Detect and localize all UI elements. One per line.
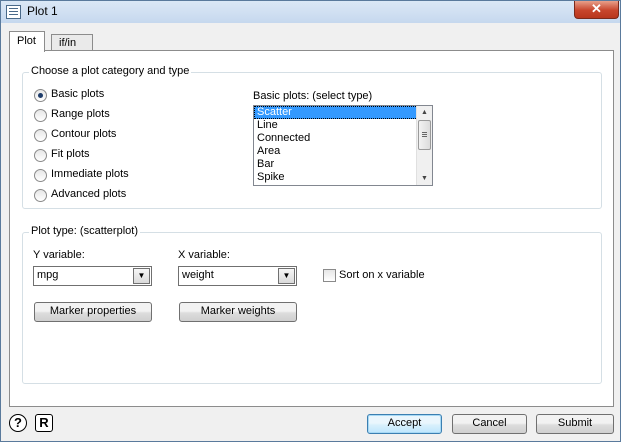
tab-content-plot: Choose a plot category and type Basic pl… <box>9 50 614 407</box>
radio-indicator[interactable] <box>34 149 47 162</box>
tab-plot[interactable]: Plot <box>9 31 45 52</box>
window-icon <box>6 5 21 19</box>
listbox-scrollbar[interactable]: ▲ ▼ <box>416 106 432 185</box>
plot-type-group: Plot type: (scatterplot) Y variable: mpg… <box>22 225 602 384</box>
title-bar[interactable]: Plot 1 ✕ <box>1 1 620 23</box>
plot-type-listbox[interactable]: Scatter Line Connected Area Bar Spike ▲ … <box>253 105 433 186</box>
tab-if-in[interactable]: if/in <box>51 34 93 51</box>
list-item-bar[interactable]: Bar <box>254 158 432 171</box>
radio-indicator[interactable] <box>34 109 47 122</box>
x-variable-combobox[interactable]: weight ▼ <box>178 266 297 286</box>
x-variable-value: weight <box>182 269 214 281</box>
plot-dialog-window: Plot 1 ✕ Plot if/in Choose a plot catego… <box>0 0 621 442</box>
radio-indicator[interactable] <box>34 169 47 182</box>
radio-label: Basic plots <box>51 88 105 100</box>
scroll-thumb[interactable] <box>418 120 431 150</box>
radio-label: Range plots <box>51 108 110 120</box>
cancel-button[interactable]: Cancel <box>452 414 527 434</box>
scroll-down-arrow-icon[interactable]: ▼ <box>417 172 432 185</box>
marker-weights-button[interactable]: Marker weights <box>179 302 297 322</box>
list-item-spike[interactable]: Spike <box>254 171 432 184</box>
window-title: Plot 1 <box>27 4 58 18</box>
list-item-area[interactable]: Area <box>254 145 432 158</box>
reset-icon[interactable]: R <box>35 414 53 432</box>
sort-on-x-label: Sort on x variable <box>339 269 425 281</box>
radio-indicator-selected[interactable] <box>34 89 47 102</box>
help-icon[interactable]: ? <box>9 414 27 432</box>
radio-label: Advanced plots <box>51 188 127 200</box>
y-variable-combobox[interactable]: mpg ▼ <box>33 266 152 286</box>
plot-category-group-title: Choose a plot category and type <box>29 65 192 77</box>
plot-category-group: Choose a plot category and type Basic pl… <box>22 65 602 209</box>
basic-plots-list-label: Basic plots: (select type) <box>253 90 373 102</box>
radio-indicator[interactable] <box>34 189 47 202</box>
radio-label: Fit plots <box>51 148 90 160</box>
y-variable-label: Y variable: <box>33 249 85 261</box>
list-item-connected[interactable]: Connected <box>254 132 432 145</box>
accept-button[interactable]: Accept <box>367 414 442 434</box>
marker-properties-button[interactable]: Marker properties <box>34 302 152 322</box>
sort-on-x-checkbox[interactable] <box>323 269 336 282</box>
submit-button[interactable]: Submit <box>536 414 614 434</box>
list-item-line[interactable]: Line <box>254 119 432 132</box>
radio-label: Immediate plots <box>51 168 129 180</box>
plot-category-radio-group: Basic plots Range plots Contour plots Fi… <box>34 87 234 207</box>
chevron-down-icon[interactable]: ▼ <box>278 268 295 284</box>
close-button[interactable]: ✕ <box>574 1 619 19</box>
chevron-down-icon[interactable]: ▼ <box>133 268 150 284</box>
list-item-scatter[interactable]: Scatter <box>254 106 432 119</box>
y-variable-value: mpg <box>37 269 59 281</box>
radio-indicator[interactable] <box>34 129 47 142</box>
radio-label: Contour plots <box>51 128 117 140</box>
x-variable-label: X variable: <box>178 249 230 261</box>
plot-type-group-title: Plot type: (scatterplot) <box>29 225 140 237</box>
scroll-up-arrow-icon[interactable]: ▲ <box>417 106 432 119</box>
